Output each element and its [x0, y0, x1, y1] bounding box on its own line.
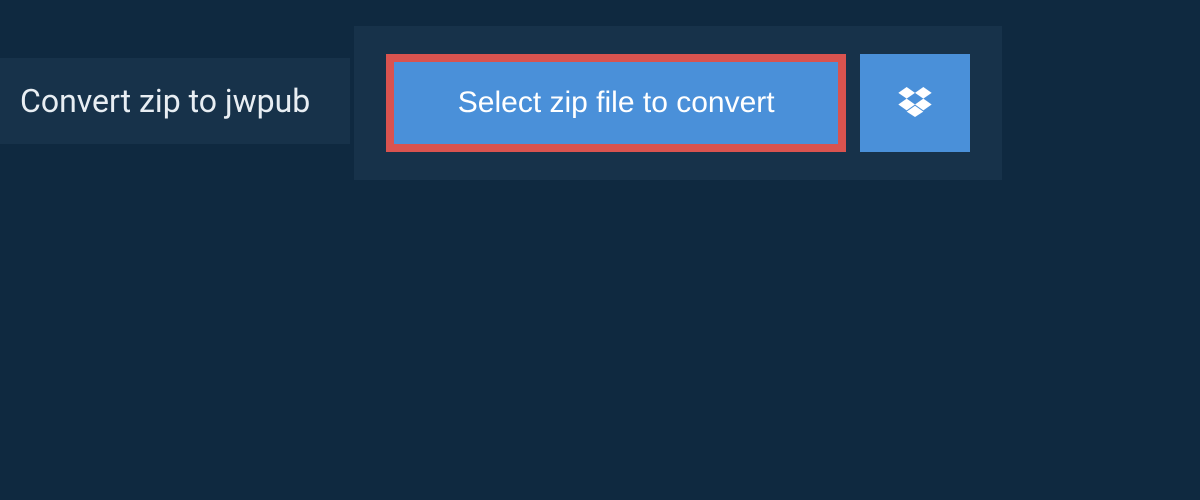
page-title: Convert zip to jwpub — [20, 82, 310, 120]
dropbox-icon — [898, 87, 932, 120]
select-file-label: Select zip file to convert — [458, 86, 775, 120]
header-tab: Convert zip to jwpub — [0, 58, 350, 144]
action-panel: Select zip file to convert — [354, 26, 1002, 180]
select-file-button[interactable]: Select zip file to convert — [386, 54, 846, 152]
dropbox-button[interactable] — [860, 54, 970, 152]
